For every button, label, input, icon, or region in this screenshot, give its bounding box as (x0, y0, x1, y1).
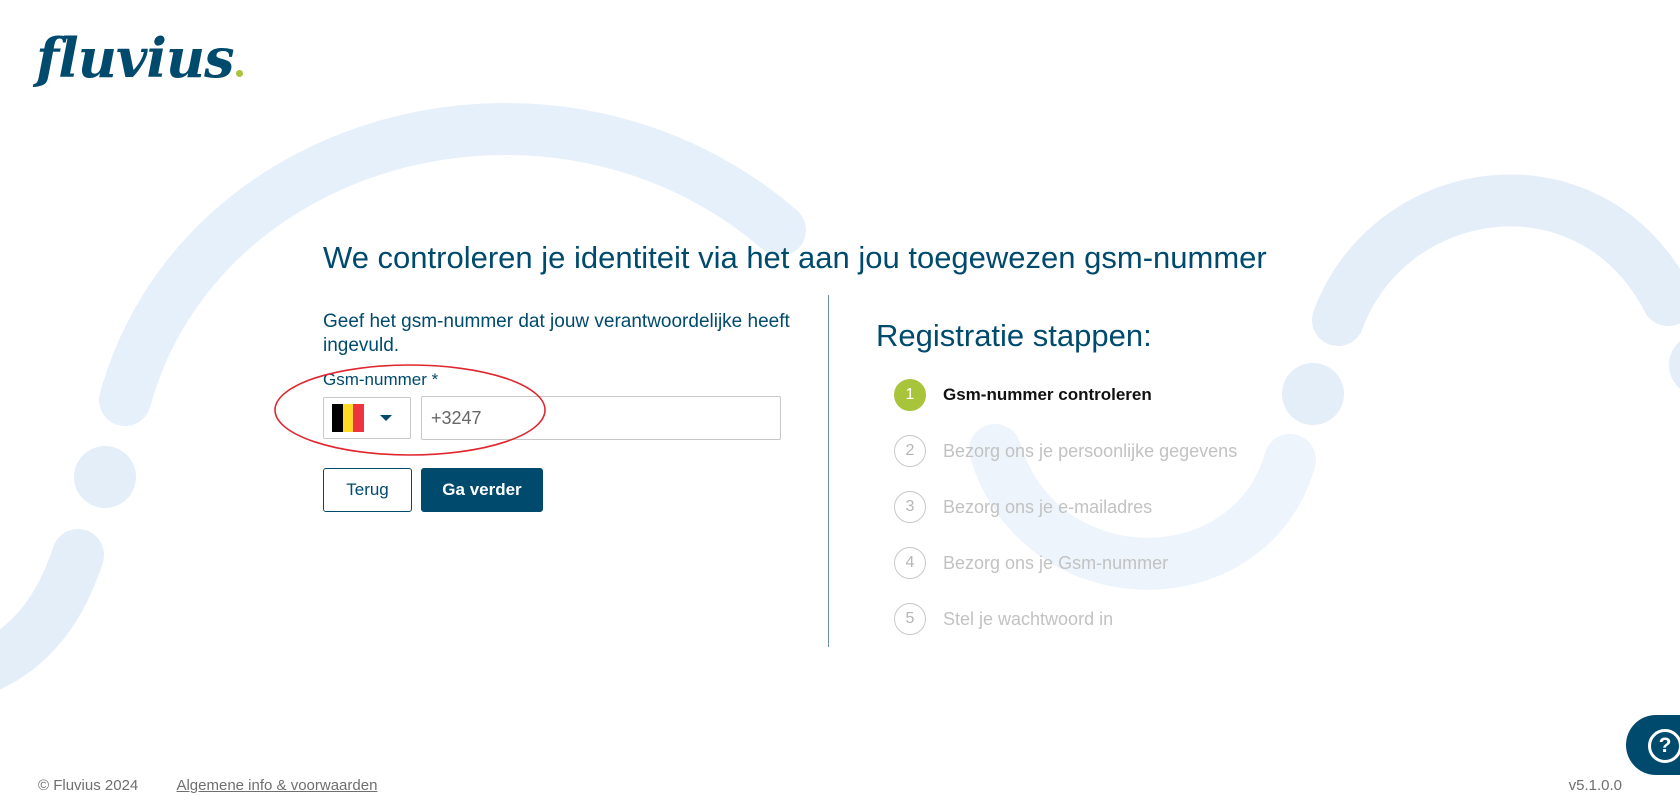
step-item: 5 Stel je wachtwoord in (894, 602, 1237, 636)
phone-label: Gsm-nummer * (323, 370, 439, 389)
verification-form: Geef het gsm-nummer dat jouw verantwoord… (323, 310, 793, 512)
steps-list: 1 Gsm-nummer controleren 2 Bezorg ons je… (894, 378, 1237, 636)
page-title: We controleren je identiteit via het aan… (323, 240, 1267, 275)
help-icon: ? (1648, 729, 1680, 763)
background-decoration (0, 103, 1680, 690)
step-number: 2 (894, 435, 926, 467)
steps-title: Registratie stappen: (876, 318, 1152, 353)
help-button[interactable]: ? (1626, 715, 1680, 775)
step-label: Stel je wachtwoord in (943, 608, 1114, 629)
footer: © Fluvius 2024 Algemene info & voorwaard… (38, 777, 377, 794)
logo-text: fluvius (36, 26, 235, 90)
belgium-flag-icon (332, 404, 365, 432)
registration-steps-panel: Registratie stappen: 1 Gsm-nummer contro… (876, 318, 1237, 658)
step-item: 1 Gsm-nummer controleren (894, 378, 1237, 412)
phone-row (323, 396, 793, 440)
step-label: Gsm-nummer controleren (943, 385, 1152, 404)
step-item: 4 Bezorg ons je Gsm-nummer (894, 546, 1237, 580)
country-code-select[interactable] (323, 397, 411, 439)
step-label: Bezorg ons je persoonlijke gegevens (943, 440, 1238, 461)
fluvius-logo[interactable]: fluvius (36, 28, 243, 88)
logo-dot (235, 70, 243, 77)
step-item: 2 Bezorg ons je persoonlijke gegevens (894, 434, 1237, 468)
page: fluvius We controleren je identiteit via… (0, 0, 1680, 810)
step-label: Bezorg ons je Gsm-nummer (943, 552, 1169, 573)
step-number: 5 (894, 603, 926, 635)
chevron-down-icon (380, 415, 392, 421)
phone-number-input[interactable] (421, 396, 781, 440)
column-divider (828, 295, 829, 647)
step-number: 1 (894, 379, 926, 411)
step-number: 4 (894, 547, 926, 579)
step-label: Bezorg ons je e-mailadres (943, 496, 1153, 517)
form-buttons: Terug Ga verder (323, 468, 793, 512)
continue-button[interactable]: Ga verder (421, 468, 543, 512)
form-instruction: Geef het gsm-nummer dat jouw verantwoord… (323, 311, 790, 356)
terms-link[interactable]: Algemene info & voorwaarden (176, 777, 377, 794)
version-label: v5.1.0.0 (1568, 777, 1622, 794)
back-button[interactable]: Terug (323, 468, 412, 512)
copyright-text: © Fluvius 2024 (38, 777, 139, 794)
step-number: 3 (894, 491, 926, 523)
step-item: 3 Bezorg ons je e-mailadres (894, 490, 1237, 524)
